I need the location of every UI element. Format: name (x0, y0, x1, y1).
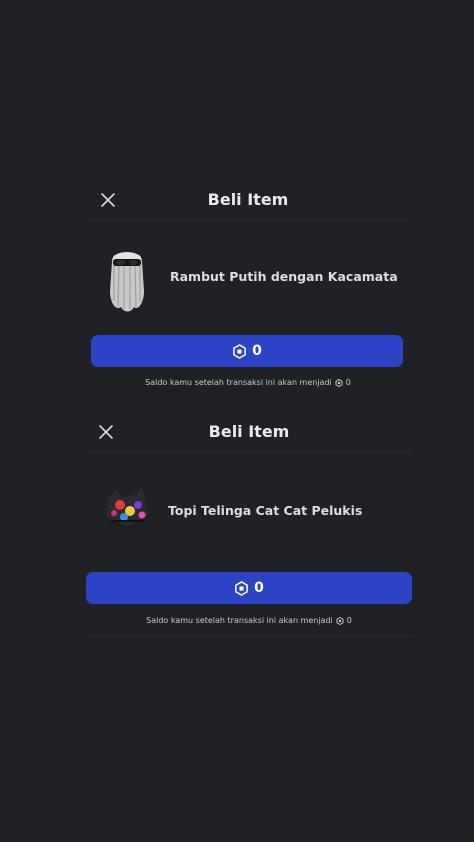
item-thumbnail (104, 487, 150, 531)
item-name: Topi Telinga Cat Cat Pelukis (168, 503, 363, 518)
dialog-header: Beli Item (88, 182, 408, 221)
robux-icon (336, 616, 344, 625)
item-row: Topi Telinga Cat Cat Pelukis (86, 453, 412, 565)
item-name: Rambut Putih dengan Kacamata (170, 269, 398, 284)
balance-value: 0 (345, 378, 351, 387)
purchase-dialog: Beli Item Rambut Putih dengan Kacamata 0… (88, 182, 408, 387)
buy-price: 0 (252, 343, 262, 359)
divider (86, 636, 412, 637)
balance-note-text: Saldo kamu setelah transaksi ini akan me… (146, 616, 333, 625)
purchase-dialog: Beli Item Topi Telinga Cat Cat Pelukis 0… (86, 414, 412, 637)
robux-icon (233, 343, 246, 359)
balance-note: Saldo kamu setelah transaksi ini akan me… (88, 378, 408, 387)
dialog-title: Beli Item (208, 422, 290, 441)
buy-button[interactable]: 0 (91, 335, 403, 367)
dialog-title: Beli Item (207, 190, 289, 209)
balance-value: 0 (346, 616, 352, 625)
balance-note-text: Saldo kamu setelah transaksi ini akan me… (145, 378, 332, 387)
balance-note: Saldo kamu setelah transaksi ini akan me… (86, 616, 412, 625)
dialog-header: Beli Item (86, 414, 412, 453)
buy-button[interactable]: 0 (86, 572, 412, 604)
item-row: Rambut Putih dengan Kacamata (88, 221, 408, 333)
robux-icon (335, 378, 343, 387)
buy-price: 0 (254, 580, 264, 596)
robux-icon (235, 580, 248, 596)
item-thumbnail (110, 252, 144, 312)
